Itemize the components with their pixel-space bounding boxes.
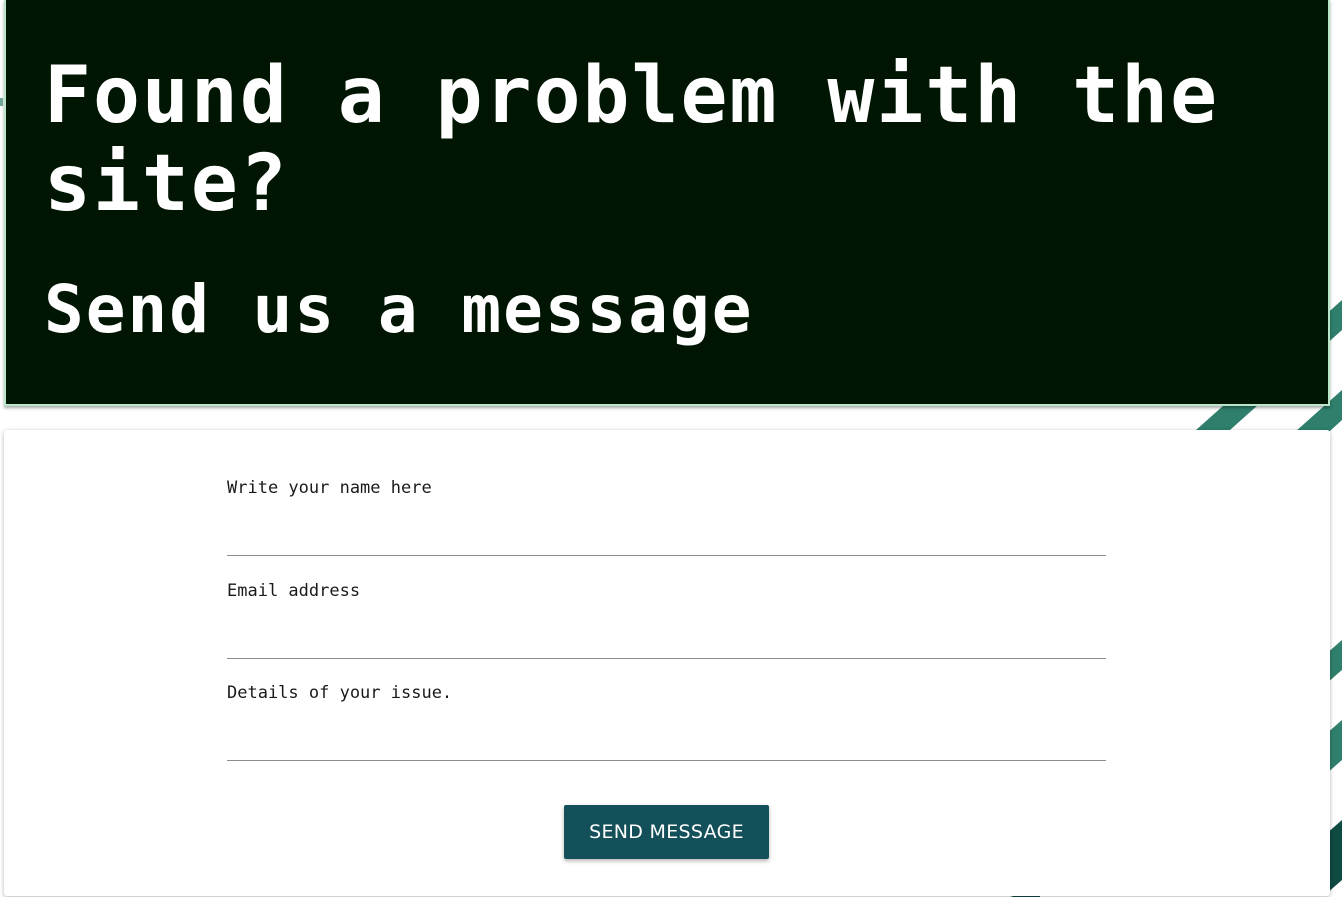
page-subtitle: Send us a message [44,271,754,348]
hero-banner: Found a problem with the site? Send us a… [4,0,1330,406]
send-message-button[interactable]: SEND MESSAGE [564,805,769,859]
hero-edge-mark [0,98,3,106]
details-field: Details of your issue. [227,681,1106,761]
contact-form: Write your name here Email address Detai… [4,430,1330,896]
email-input[interactable] [227,622,1106,656]
name-input[interactable] [227,519,1106,553]
name-label: Write your name here [227,478,432,498]
contact-page: Found a problem with the site? Send us a… [0,0,1342,897]
email-field: Email address [227,579,1106,659]
details-input[interactable] [227,724,1106,758]
name-field: Write your name here [227,476,1106,556]
email-label: Email address [227,581,361,601]
details-label: Details of your issue. [227,683,453,703]
page-title: Found a problem with the site? [44,51,1220,229]
